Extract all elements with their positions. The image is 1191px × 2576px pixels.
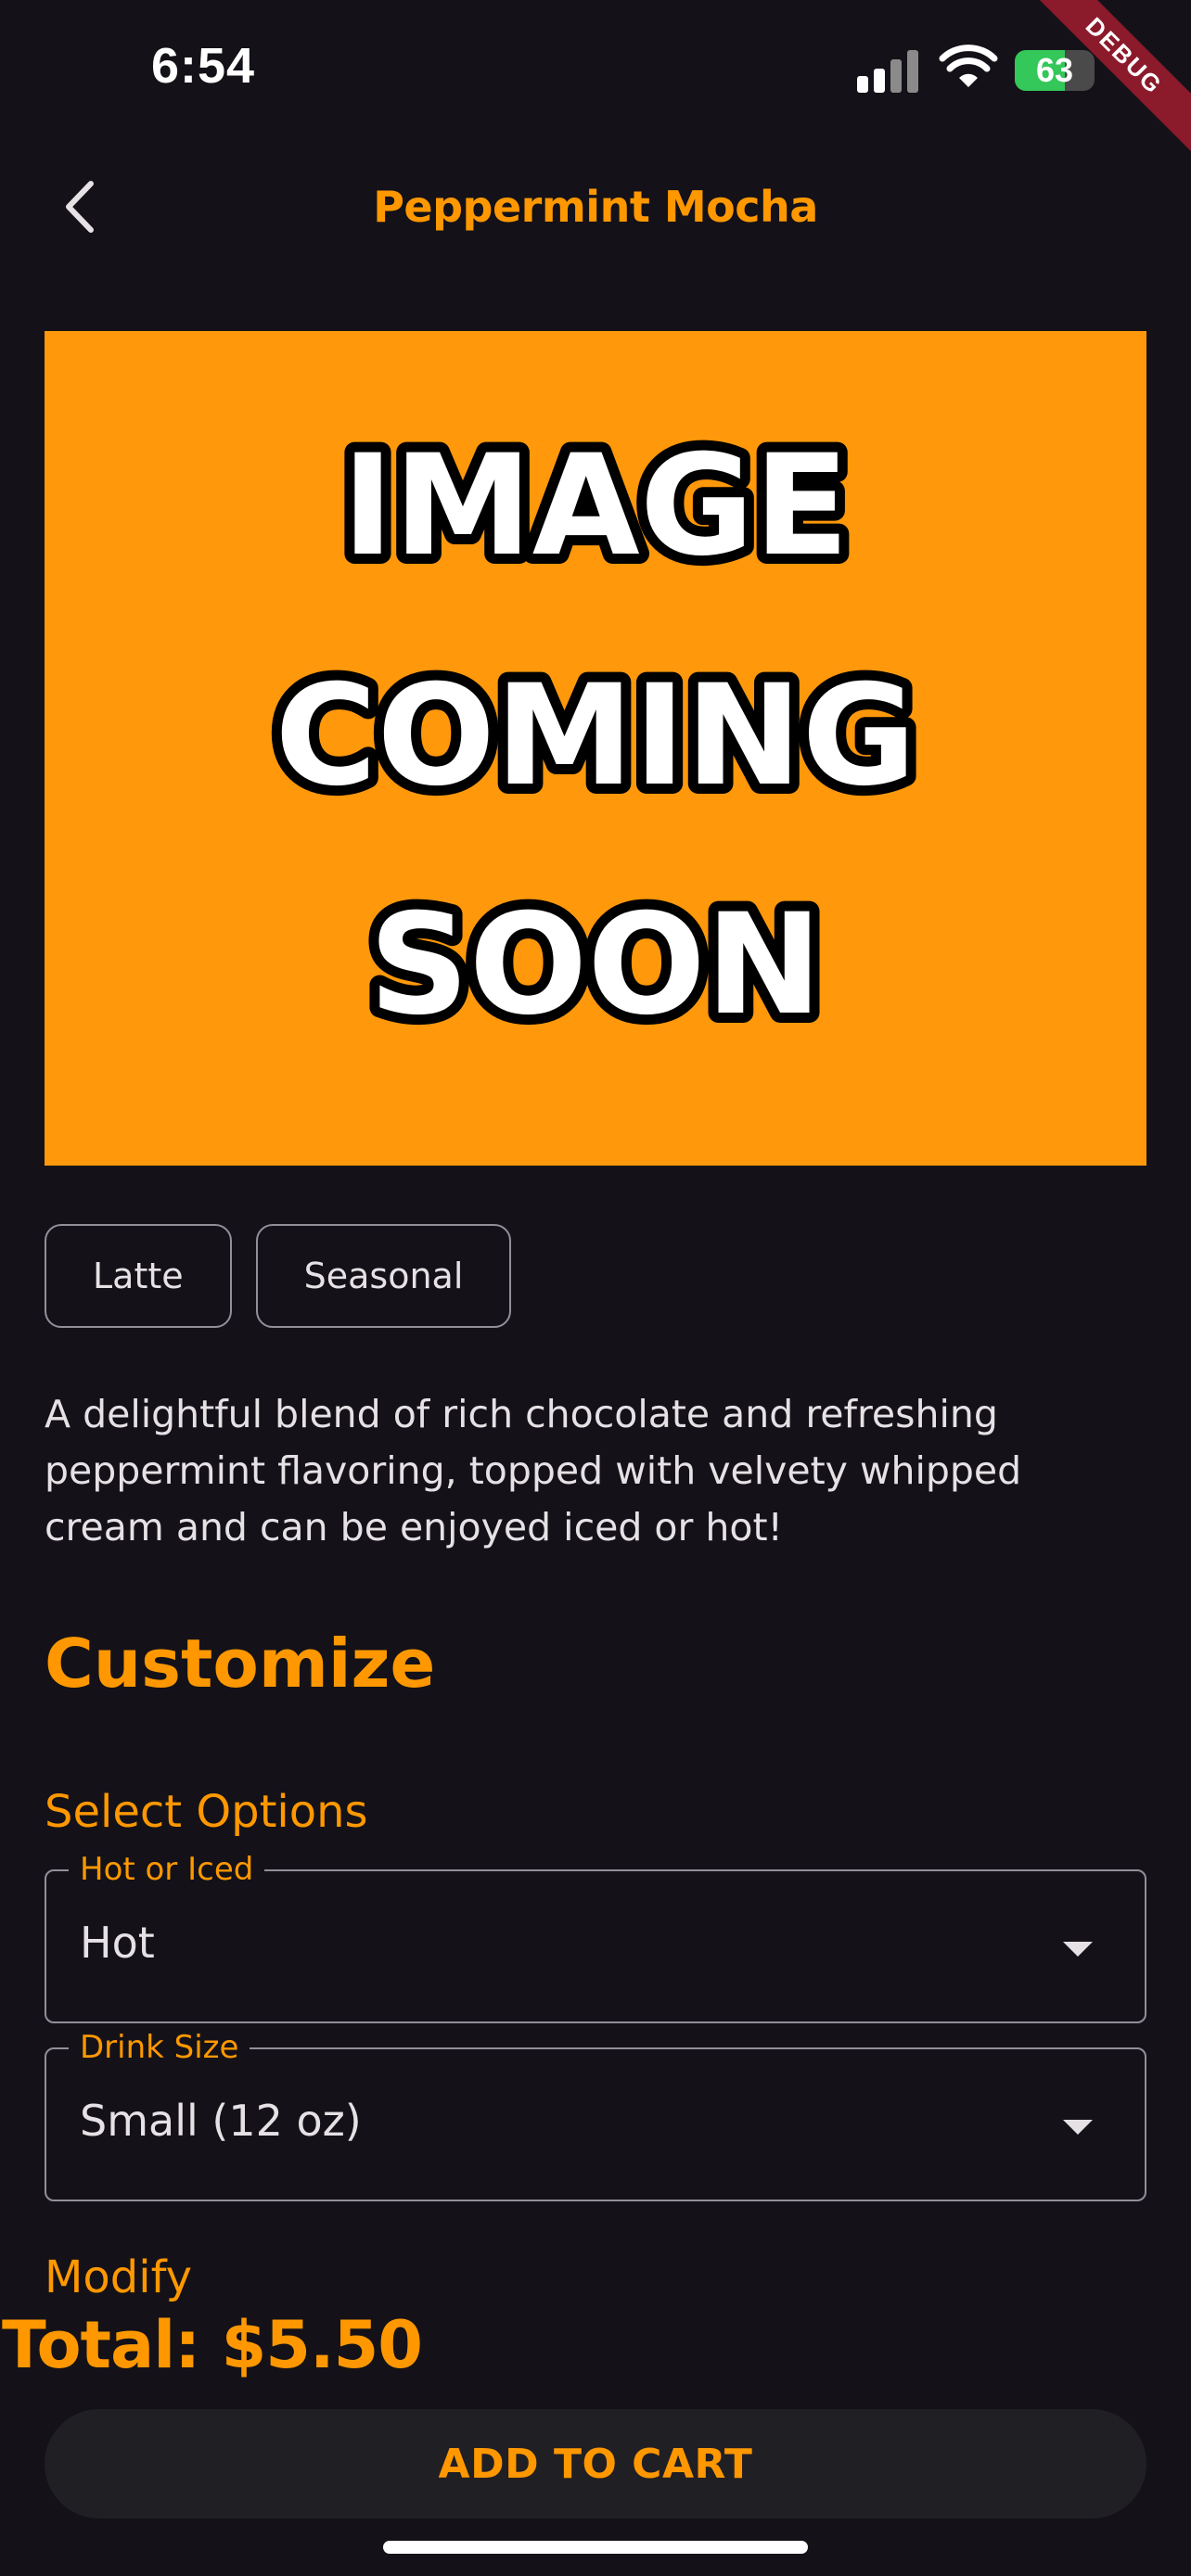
add-to-cart-button[interactable]: ADD TO CART: [45, 2409, 1146, 2519]
tag-chip-seasonal[interactable]: Seasonal: [255, 1224, 512, 1328]
order-total: Total: $5.50: [2, 2307, 423, 2383]
hot-or-iced-dropdown[interactable]: Hot or Iced Hot: [45, 1851, 1146, 2023]
field-value: Small (12 oz): [80, 2096, 362, 2146]
home-indicator: [383, 2541, 808, 2554]
hero-text-line-3: SOON: [369, 885, 823, 1046]
battery-icon: 63: [1015, 50, 1095, 91]
tag-chip-latte[interactable]: Latte: [45, 1224, 232, 1328]
select-options-label: Select Options: [45, 1786, 368, 1838]
wifi-icon: [939, 45, 998, 87]
modify-label: Modify: [45, 2251, 193, 2303]
drink-size-dropdown[interactable]: Drink Size Small (12 oz): [45, 2029, 1146, 2201]
product-image-placeholder: IMAGE COMING SOON: [45, 331, 1146, 1166]
battery-percent: 63: [1035, 51, 1074, 89]
hero-text-line-2: COMING: [275, 656, 916, 817]
field-label: Hot or Iced: [69, 1851, 265, 1888]
page-title: Peppermint Mocha: [373, 182, 818, 232]
product-detail-screen: 6:54 63 DEBUG Peppermint Mocha IMAGE COM…: [0, 0, 1191, 2576]
dropdown-arrow-icon: [1063, 2120, 1093, 2135]
cellular-signal-icon: [857, 48, 920, 93]
hero-text-line-1: IMAGE: [342, 426, 850, 587]
product-description: A delightful blend of rich chocolate and…: [45, 1392, 1022, 1549]
dropdown-arrow-icon: [1063, 1942, 1093, 1957]
status-time: 6:54: [151, 38, 256, 94]
field-label: Drink Size: [69, 2029, 250, 2066]
field-value: Hot: [80, 1918, 155, 1968]
customize-heading: Customize: [45, 1625, 436, 1702]
tag-chips: Latte Seasonal: [45, 1224, 512, 1328]
